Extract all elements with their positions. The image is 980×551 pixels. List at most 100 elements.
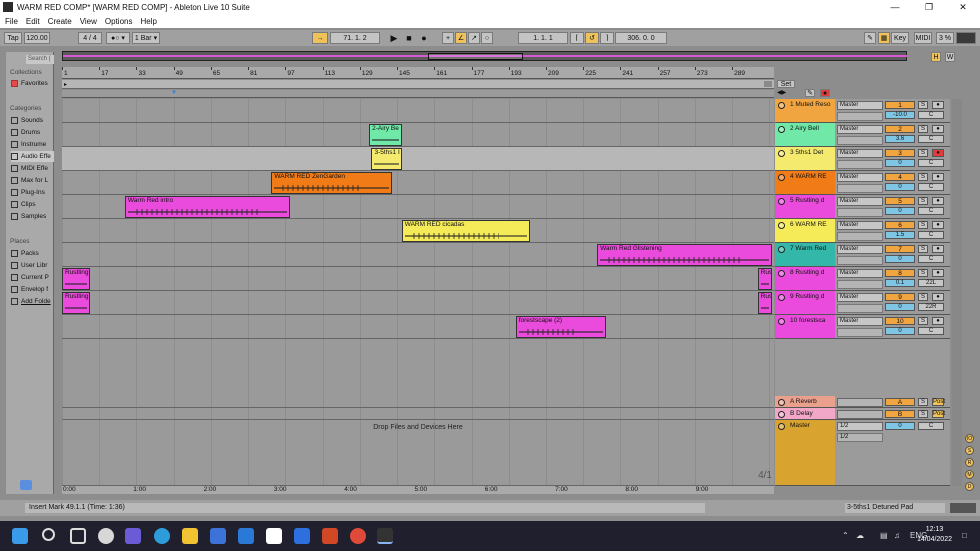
metronome-toggle[interactable]: ●○ ▾ [106, 32, 130, 44]
track-header[interactable]: 6 WARM RE Master 6 1.5 S ● C [775, 219, 950, 243]
master-cue-out-dropdown[interactable]: 1/2 [837, 422, 883, 431]
arrangement-tool-button[interactable]: ✎ [805, 89, 815, 97]
track-pan-field[interactable]: C [918, 135, 944, 143]
audio-clip[interactable]: WARM RED ZenGarden [271, 172, 393, 194]
browser-item-instruments[interactable]: Instrume [11, 139, 54, 150]
return-lane[interactable] [62, 408, 774, 420]
menu-create[interactable]: Create [48, 17, 72, 26]
track-header[interactable]: 5 Rustling d Master 5 0 S ● C [775, 195, 950, 219]
track-arm-button[interactable]: ● [932, 221, 944, 229]
tray-network-icon[interactable]: ▤ [880, 531, 888, 540]
track-output-dropdown[interactable]: Master [837, 149, 883, 158]
maximize-button[interactable]: ❐ [912, 0, 946, 14]
midi-map-button[interactable]: MIDI [914, 32, 932, 44]
track-header[interactable]: 7 Warm Red Master 7 0 S ● C [775, 243, 950, 267]
record-button[interactable]: ● [418, 32, 430, 44]
track-output-dropdown[interactable]: Master [837, 245, 883, 254]
track-activator-button[interactable]: 10 [885, 317, 915, 325]
stop-button[interactable]: ■ [403, 32, 415, 44]
track-solo-button[interactable]: S [918, 317, 928, 325]
key-map-button[interactable]: Key [891, 32, 909, 44]
track-output-channel[interactable] [837, 280, 883, 289]
track-solo-button[interactable]: S [918, 269, 928, 277]
track-pan-field[interactable]: 22L [918, 279, 944, 287]
return-activator-button[interactable]: B [885, 410, 915, 418]
chrome-icon[interactable] [350, 528, 366, 544]
track-fold-icon[interactable] [778, 174, 785, 181]
tap-tempo-button[interactable]: Tap [4, 32, 22, 44]
track-header[interactable]: 9 Rustling d Master 9 0 S ● 22R [775, 291, 950, 315]
audio-clip[interactable]: Warm Red intro [124, 196, 290, 218]
track-output-dropdown[interactable]: Master [837, 197, 883, 206]
track-lane[interactable] [62, 171, 774, 195]
track-volume-field[interactable]: 1.5 [885, 231, 915, 239]
delay-toggle-button[interactable]: D [965, 482, 974, 491]
file-explorer-icon[interactable] [182, 528, 198, 544]
track-fold-icon[interactable] [778, 318, 785, 325]
help-view-icon[interactable] [20, 480, 32, 490]
track-output-channel[interactable] [837, 328, 883, 337]
track-output-dropdown[interactable]: Master [837, 173, 883, 182]
track-activator-button[interactable]: 2 [885, 125, 915, 133]
track-activator-button[interactable]: 7 [885, 245, 915, 253]
loop-start-field[interactable]: 1. 1. 1 [518, 32, 568, 44]
tray-chevron-icon[interactable]: ⌃ [842, 531, 849, 540]
track-lane[interactable] [62, 291, 774, 315]
track-output-channel[interactable] [837, 208, 883, 217]
browser-item-midi-effects[interactable]: MIDI Effe [11, 163, 54, 174]
re-enable-automation-button[interactable]: ↗ [468, 32, 480, 44]
track-solo-button[interactable]: S [918, 101, 928, 109]
return-post-button[interactable]: Post [932, 410, 945, 418]
track-output-channel[interactable] [837, 232, 883, 241]
menu-help[interactable]: Help [140, 17, 156, 26]
master-lane[interactable] [62, 420, 774, 486]
browser-item-plugins[interactable]: Plug-Ins [11, 187, 54, 198]
track-volume-field[interactable]: 0 [885, 159, 915, 167]
track-header[interactable]: 2 Airy Bell Master 2 3.6 S ● C [775, 123, 950, 147]
track-fold-icon[interactable] [778, 294, 785, 301]
track-activator-button[interactable]: 6 [885, 221, 915, 229]
track-lane[interactable] [62, 147, 774, 171]
track-fold-icon[interactable] [778, 198, 785, 205]
track-output-channel[interactable] [837, 304, 883, 313]
beat-time-ruler[interactable]: 1 17 33 49 65 81 97 113 129 145 161 177 193 209 225 241… [62, 67, 774, 79]
audio-clip[interactable]: WARM RED cicadas [401, 220, 530, 242]
search-icon[interactable] [42, 528, 55, 541]
browser-item-sounds[interactable]: Sounds [11, 115, 54, 126]
loop-length-field[interactable]: 306. 0. 0 [615, 32, 667, 44]
track-lane[interactable] [62, 99, 774, 123]
return-send-slider[interactable] [837, 398, 883, 407]
track-volume-field[interactable]: 0 [885, 327, 915, 335]
track-solo-button[interactable]: S [918, 221, 928, 229]
track-volume-field[interactable]: -10.0 [885, 111, 915, 119]
track-activator-button[interactable]: 1 [885, 101, 915, 109]
track-solo-button[interactable]: S [918, 173, 928, 181]
track-output-channel[interactable] [837, 184, 883, 193]
arrangement-view[interactable]: Drop Files and Devices Here 4/1 2-Airy B… [62, 99, 774, 486]
track-output-dropdown[interactable]: Master [837, 293, 883, 302]
track-volume-field[interactable]: 3.6 [885, 135, 915, 143]
track-fold-icon[interactable] [778, 102, 785, 109]
time-signature-field[interactable]: 4 / 4 [78, 32, 102, 44]
audio-clip[interactable]: Rus [757, 268, 772, 290]
return-lane[interactable] [62, 396, 774, 408]
track-header[interactable]: 4 WARM RE Master 4 0 S ● C [775, 171, 950, 195]
menu-edit[interactable]: Edit [26, 17, 40, 26]
time-ruler[interactable]: 0:00 1:00 2:00 3:00 4:00 5:00 6:00 7:00 8:00 9:00 [62, 486, 774, 494]
track-output-channel[interactable] [837, 112, 883, 121]
audio-clip[interactable]: 3-5ths1 I [371, 148, 402, 170]
browser-item-max-for-live[interactable]: Max for L [11, 175, 54, 186]
return-send-slider[interactable] [837, 410, 883, 419]
master-pan-field[interactable]: C [918, 422, 944, 430]
return-post-button[interactable]: Post [932, 398, 945, 406]
track-pan-field[interactable]: C [918, 111, 944, 119]
track-arm-button[interactable]: ● [932, 101, 944, 109]
return-activator-button[interactable]: A [885, 398, 915, 406]
returns-toggle-button[interactable]: R [965, 458, 974, 467]
track-lane[interactable] [62, 123, 774, 147]
browser-item-audio-effects[interactable]: Audio Effe [11, 151, 54, 162]
io-toggle-button[interactable]: IO [965, 434, 974, 443]
overview-selection[interactable] [428, 53, 523, 60]
master-volume-field[interactable]: 0 [885, 422, 915, 430]
browser-item-favorites[interactable]: Favorites [11, 78, 54, 89]
